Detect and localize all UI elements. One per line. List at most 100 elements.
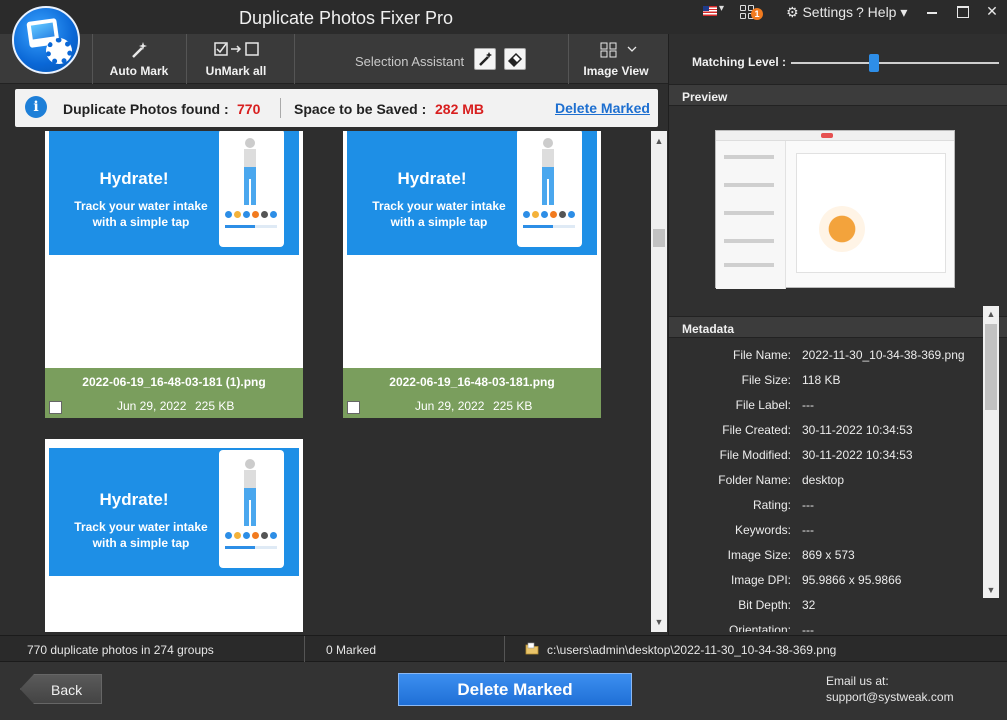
scroll-up-arrow-icon[interactable]: ▲ <box>983 306 999 322</box>
support-email[interactable]: support@systweak.com <box>826 690 954 704</box>
metadata-scrollbar[interactable]: ▲ ▼ <box>983 306 999 598</box>
metadata-value: 30-11-2022 10:34:53 <box>802 448 913 462</box>
back-label: Back <box>51 682 83 698</box>
photo-checkbox[interactable] <box>49 401 62 414</box>
scroll-down-arrow-icon[interactable]: ▼ <box>983 582 999 598</box>
language-chevron-icon[interactable]: ▾ <box>719 3 724 14</box>
phone-mockup <box>219 450 284 568</box>
metadata-key: File Name: <box>732 348 791 362</box>
photo-grid: Hydrate! Track your water intake with a s… <box>15 131 651 632</box>
gear-logo-icon <box>46 38 72 64</box>
metadata-value: --- <box>802 398 814 412</box>
photo-thumbnail[interactable]: Hydrate! Track your water intake with a s… <box>49 131 299 255</box>
space-saved-value: 282 MB <box>435 101 485 117</box>
drink-options <box>225 211 277 219</box>
thumbnail-subtext: Track your water intake with a simple tap <box>74 199 208 229</box>
metadata-row: Bit Depth: 32 <box>669 594 985 619</box>
metadata-row: File Name: 2022-11-30_10-34-38-369.png <box>669 344 985 369</box>
grid-scrollbar-thumb[interactable] <box>653 229 665 247</box>
photo-card[interactable]: Hydrate! Track your water intake with a s… <box>45 131 303 418</box>
metadata-key: Rating: <box>752 498 791 512</box>
toolbar-separator <box>186 34 187 84</box>
photo-thumbnail[interactable]: Hydrate! Track your water intake with a s… <box>49 448 299 576</box>
metadata-row: File Size: 118 KB <box>669 369 985 394</box>
us-flag-icon[interactable] <box>703 6 717 16</box>
progress-bar <box>225 225 277 228</box>
metadata-key: File Created: <box>722 423 791 437</box>
body-figure-icon <box>244 459 256 526</box>
summary-divider <box>280 98 281 118</box>
status-marked-count: 0 Marked <box>326 643 377 657</box>
metadata-value: 32 <box>802 598 816 612</box>
toolbar-separator <box>294 34 295 84</box>
preview-image-titlebar <box>716 131 954 141</box>
preview-image[interactable] <box>715 130 955 289</box>
delete-marked-link[interactable]: Delete Marked <box>555 100 650 116</box>
close-button[interactable]: ✕ <box>977 0 1007 24</box>
image-view-button[interactable]: Image View <box>570 34 662 84</box>
preview-image-sidebar <box>716 141 786 289</box>
photo-card[interactable]: Hydrate! Track your water intake with a s… <box>343 131 601 418</box>
unmark-checkbox-icon <box>214 42 259 56</box>
matching-level-slider[interactable] <box>791 54 999 72</box>
minimize-button[interactable] <box>917 0 947 24</box>
photo-info-bar: 2022-06-19_16-48-03-181 (1).png Jun 29, … <box>45 368 303 418</box>
matching-level-thumb[interactable] <box>869 54 880 72</box>
settings-menu[interactable]: ⚙ Settings <box>786 4 853 20</box>
preview-image-disc <box>819 206 865 252</box>
metadata-scrollbar-thumb[interactable] <box>985 324 997 410</box>
matching-level-fill <box>791 62 875 64</box>
summary-bar: i Duplicate Photos found : 770 Space to … <box>15 89 658 127</box>
photo-thumbnail[interactable]: Hydrate! Track your water intake with a s… <box>347 131 597 255</box>
auto-mark-button[interactable]: Auto Mark <box>100 34 178 84</box>
maximize-button[interactable] <box>947 0 977 24</box>
metadata-value: 2022-11-30_10-34-38-369.png <box>802 348 965 362</box>
metadata-row: Folder Name: desktop <box>669 469 985 494</box>
metadata-value: desktop <box>802 473 845 487</box>
unmark-all-button[interactable]: UnMark all <box>190 34 282 84</box>
selection-wand-button[interactable] <box>474 48 496 70</box>
back-button[interactable]: Back <box>20 674 102 704</box>
metadata-row: Image DPI: 95.9866 x 95.9866 <box>669 569 985 594</box>
matching-level-label: Matching Level : <box>692 55 787 69</box>
metadata-value: 118 KB <box>802 373 841 387</box>
selection-assistant-label: Selection Assistant <box>355 54 465 69</box>
duplicates-found-label: Duplicate Photos found : <box>63 101 229 117</box>
toolbar-separator <box>92 34 93 84</box>
help-menu[interactable]: ? Help ▾ <box>856 4 907 20</box>
status-separator <box>504 636 505 663</box>
metadata-key: Image DPI: <box>730 573 791 587</box>
wand-icon <box>479 52 492 66</box>
photo-size: 225 KB <box>493 399 533 413</box>
scroll-down-arrow-icon[interactable]: ▼ <box>651 614 667 630</box>
info-icon: i <box>25 96 47 118</box>
drink-options <box>523 211 575 219</box>
metadata-row: File Created: 30-11-2022 10:34:53 <box>669 419 985 444</box>
photo-checkbox[interactable] <box>347 401 360 414</box>
photo-date: Jun 29, 2022 <box>415 399 485 413</box>
footer: Back Delete Marked Email us at: support@… <box>0 662 1007 720</box>
delete-marked-button[interactable]: Delete Marked <box>398 673 632 706</box>
selection-eraser-button[interactable] <box>504 48 526 70</box>
metadata-key: Folder Name: <box>718 473 791 487</box>
notification-badge[interactable]: 1 <box>751 8 763 20</box>
thumbnail-headline: Hydrate! <box>397 169 467 188</box>
metadata-key: File Modified: <box>719 448 791 462</box>
photo-file-name: 2022-06-19_16-48-03-181.png <box>389 375 555 389</box>
space-saved-label: Space to be Saved : <box>294 101 427 117</box>
eraser-icon <box>507 52 523 68</box>
grid-scrollbar[interactable]: ▲ ▼ <box>651 131 667 632</box>
app-title: Duplicate Photos Fixer Pro <box>238 8 454 28</box>
duplicates-found-count: 770 <box>237 101 261 117</box>
status-groups-text: 770 duplicate photos in 274 groups <box>27 643 214 657</box>
photo-card[interactable]: Hydrate! Track your water intake with a s… <box>45 439 303 632</box>
app-window: Duplicate Photos Fixer Pro ▾ 1 ⚙ Setting… <box>0 0 1007 720</box>
metadata-key: Image Size: <box>727 548 791 562</box>
metadata-list: File Name: 2022-11-30_10-34-38-369.png Fil… <box>669 338 985 632</box>
metadata-row: File Modified: 30-11-2022 10:34:53 <box>669 444 985 469</box>
toolbar-separator <box>568 34 569 84</box>
metadata-value: 869 x 573 <box>802 548 855 562</box>
status-bar: 770 duplicate photos in 274 groups 0 Mar… <box>0 635 1007 663</box>
photo-date: Jun 29, 2022 <box>117 399 187 413</box>
scroll-up-arrow-icon[interactable]: ▲ <box>651 133 667 149</box>
